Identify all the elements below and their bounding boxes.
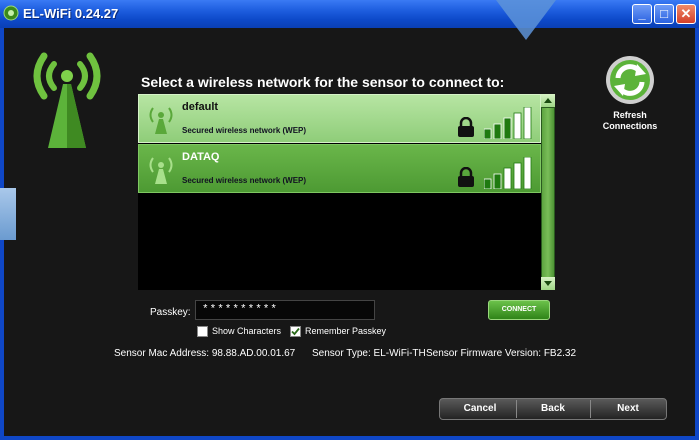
button-divider <box>590 400 591 418</box>
minimize-icon: _ <box>638 6 646 21</box>
network-name: DATAQ <box>182 151 220 163</box>
close-button[interactable]: ✕ <box>676 4 696 24</box>
network-item-default[interactable]: default Secured wireless network (WEP) <box>138 94 541 143</box>
chevron-up-icon <box>544 98 552 103</box>
passkey-label: Passkey: <box>150 307 191 318</box>
refresh-connections-button[interactable]: Refresh Connections <box>596 110 664 132</box>
network-list[interactable]: default Secured wireless network (WEP) D… <box>138 94 541 290</box>
refresh-icon[interactable] <box>604 54 656 106</box>
network-list-scrollbar[interactable] <box>541 94 555 290</box>
maximize-icon: □ <box>660 6 668 21</box>
window-frame-bottom <box>0 436 699 440</box>
refresh-label-line2: Connections <box>602 121 658 131</box>
app-window: EL-WiFi 0.24.27 _ □ ✕ Select a wireless … <box>0 0 699 440</box>
app-icon <box>3 5 19 21</box>
network-item-dataq[interactable]: DATAQ Secured wireless network (WEP) <box>138 144 541 193</box>
refresh-label-line1: Refresh <box>613 110 647 120</box>
page-title: Select a wireless network for the sensor… <box>141 74 505 90</box>
signal-bars-icon <box>484 157 532 189</box>
remember-passkey-label: Remember Passkey <box>305 326 387 336</box>
wifi-small-icon <box>149 107 173 134</box>
check-icon <box>291 327 300 336</box>
remember-passkey-checkbox[interactable] <box>290 326 301 337</box>
network-security: Secured wireless network (WEP) <box>182 176 307 185</box>
next-button[interactable]: Next <box>592 398 664 420</box>
scroll-up-button[interactable] <box>541 94 555 107</box>
button-divider <box>516 400 517 418</box>
sensor-firmware-version: Sensor Firmware Version: FB2.32 <box>426 348 577 359</box>
decorative-shape <box>496 0 556 40</box>
window-title: EL-WiFi 0.24.27 <box>23 6 119 21</box>
chevron-down-icon <box>544 281 552 286</box>
passkey-input[interactable] <box>195 300 375 320</box>
wifi-small-icon <box>149 157 173 184</box>
network-name: default <box>182 101 219 113</box>
maximize-button[interactable]: □ <box>654 4 674 24</box>
scroll-thumb[interactable] <box>542 108 554 278</box>
sensor-mac-address: Sensor Mac Address: 98.88.AD.00.01.67 <box>114 348 296 359</box>
wifi-logo-icon <box>33 52 101 148</box>
decorative-panel <box>0 188 16 240</box>
lock-icon <box>458 167 474 187</box>
window-frame-right <box>695 28 699 440</box>
connect-button[interactable]: CONNECT <box>488 300 550 320</box>
signal-bars-icon <box>484 107 532 139</box>
network-security: Secured wireless network (WEP) <box>182 126 307 135</box>
close-icon: ✕ <box>680 6 692 21</box>
cancel-button[interactable]: Cancel <box>446 398 514 420</box>
scroll-down-button[interactable] <box>541 277 555 290</box>
title-bar[interactable]: EL-WiFi 0.24.27 _ □ ✕ <box>0 0 699 28</box>
show-characters-label: Show Characters <box>212 326 282 336</box>
sensor-type: Sensor Type: EL-WiFi-TH <box>312 348 426 359</box>
lock-icon <box>458 117 474 137</box>
minimize-button[interactable]: _ <box>632 4 652 24</box>
show-characters-checkbox[interactable] <box>197 326 208 337</box>
back-button[interactable]: Back <box>518 398 588 420</box>
